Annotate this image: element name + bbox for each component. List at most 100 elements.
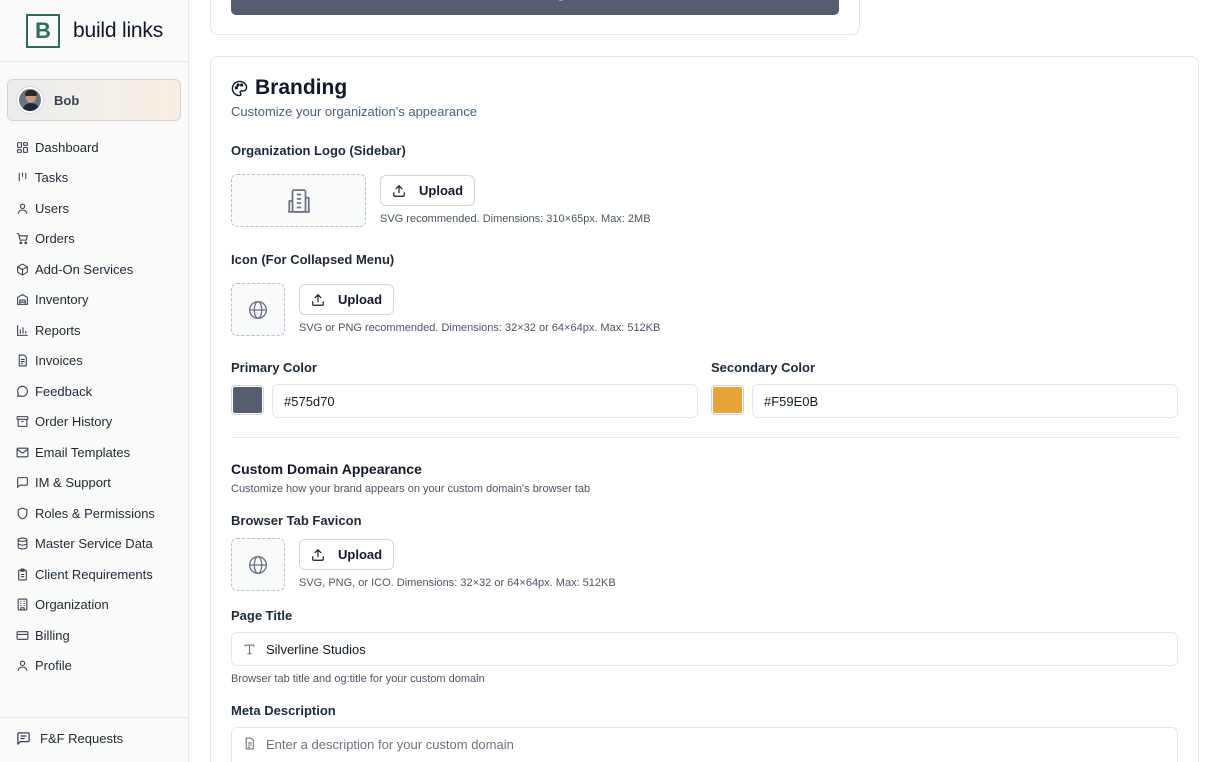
user-icon bbox=[17, 203, 28, 214]
settings-card-previous: Save Changes bbox=[210, 0, 860, 35]
message-lines-icon bbox=[17, 732, 30, 745]
page-title-hint: Browser tab title and og:title for your … bbox=[231, 673, 485, 685]
sidebar-footer-divider bbox=[0, 717, 188, 718]
sidebar-item-label: Client Requirements bbox=[35, 566, 153, 582]
sidebar-item-label: Users bbox=[35, 200, 69, 216]
message-circle-icon bbox=[17, 385, 28, 397]
sidebar-nav: Dashboard Tasks Users Orders Add-On Serv… bbox=[0, 132, 188, 681]
archive-icon bbox=[16, 416, 29, 428]
sidebar-item-label: Profile bbox=[35, 658, 72, 674]
sidebar-item-label: Master Service Data bbox=[35, 536, 153, 552]
sidebar-item-label: Roles & Permissions bbox=[35, 505, 155, 521]
sidebar-item-label: Add-On Services bbox=[35, 261, 134, 277]
branding-title: Branding bbox=[255, 76, 348, 99]
branding-header: Branding bbox=[231, 76, 347, 100]
upload-icon bbox=[393, 184, 405, 197]
globe-icon bbox=[249, 555, 267, 574]
message-square-icon bbox=[17, 477, 28, 489]
icon-upload-button[interactable]: Upload bbox=[299, 284, 395, 315]
brand-divider bbox=[0, 61, 188, 62]
palette-icon bbox=[231, 80, 248, 96]
favicon-hint: SVG, PNG, or ICO. Dimensions: 32×32 or 6… bbox=[299, 577, 616, 589]
secondary-color-input[interactable]: #F59E0B bbox=[752, 384, 1178, 418]
sidebar-item-order-history[interactable]: Order History bbox=[0, 407, 188, 438]
sidebar-item-label: Invoices bbox=[35, 353, 83, 369]
brand-mark: B bbox=[26, 14, 60, 48]
page-title-input[interactable]: Silverline Studios bbox=[231, 632, 1178, 666]
clipboard-icon bbox=[18, 568, 27, 581]
sidebar-item-profile[interactable]: Profile bbox=[0, 651, 188, 682]
save-changes-button[interactable]: Save Changes bbox=[231, 0, 839, 15]
sidebar-item-label: IM & Support bbox=[35, 475, 111, 491]
sidebar-item-label: Reports bbox=[35, 322, 81, 338]
meta-description-input[interactable]: Enter a description for your custom doma… bbox=[231, 727, 1178, 762]
sidebar-item-label: Orders bbox=[35, 231, 75, 247]
avatar bbox=[17, 87, 43, 113]
invoice-icon bbox=[18, 354, 27, 367]
icon-dropzone[interactable] bbox=[231, 283, 285, 336]
globe-icon bbox=[249, 300, 267, 319]
icon-hint: SVG or PNG recommended. Dimensions: 32×3… bbox=[299, 322, 661, 334]
sidebar-item-inventory[interactable]: Inventory bbox=[0, 285, 188, 316]
favicon-dropzone[interactable] bbox=[231, 538, 285, 591]
favicon-label: Browser Tab Favicon bbox=[231, 513, 362, 528]
user-card[interactable]: Bob bbox=[7, 79, 181, 121]
building-icon bbox=[287, 188, 310, 213]
sidebar-item-users[interactable]: Users bbox=[0, 193, 188, 224]
meta-description-placeholder: Enter a description for your custom doma… bbox=[266, 737, 514, 752]
shield-icon bbox=[17, 507, 28, 520]
sidebar-item-label: Tasks bbox=[35, 170, 69, 186]
sidebar-item-label: Feedback bbox=[35, 383, 93, 399]
mail-icon bbox=[16, 447, 29, 458]
credit-card-icon bbox=[16, 630, 29, 640]
sidebar-item-email-templates[interactable]: Email Templates bbox=[0, 437, 188, 468]
upload-icon bbox=[312, 548, 324, 561]
sidebar-item-orders[interactable]: Orders bbox=[0, 224, 188, 255]
secondary-color-swatch[interactable] bbox=[711, 385, 744, 415]
sidebar: B build links Bob Dashboard Tasks Users … bbox=[0, 0, 189, 762]
sidebar-item-dashboard[interactable]: Dashboard bbox=[0, 132, 188, 163]
brand-logo[interactable]: B build links bbox=[26, 14, 163, 48]
upload-label: Upload bbox=[338, 547, 383, 562]
building-icon bbox=[17, 598, 28, 611]
page-title-value: Silverline Studios bbox=[266, 641, 366, 657]
cart-icon bbox=[16, 233, 28, 245]
logo-dropzone[interactable] bbox=[231, 174, 366, 227]
favicon-upload-button[interactable]: Upload bbox=[299, 539, 395, 570]
sidebar-item-label: Inventory bbox=[35, 292, 89, 308]
user-icon bbox=[17, 660, 28, 672]
icon-label: Icon (For Collapsed Menu) bbox=[231, 252, 395, 267]
branding-subtitle: Customize your organization's appearance bbox=[231, 104, 478, 119]
file-text-icon bbox=[245, 737, 254, 750]
sidebar-item-reports[interactable]: Reports bbox=[0, 315, 188, 346]
primary-color-label: Primary Color bbox=[231, 360, 317, 375]
primary-color-swatch[interactable] bbox=[231, 385, 264, 415]
sidebar-item-client-requirements[interactable]: Client Requirements bbox=[0, 559, 188, 590]
type-icon bbox=[244, 644, 255, 654]
tasks-icon bbox=[18, 172, 27, 182]
sidebar-item-tasks[interactable]: Tasks bbox=[0, 163, 188, 194]
custom-domain-subtitle: Customize how your brand appears on your… bbox=[231, 483, 591, 495]
primary-color-input[interactable]: #575d70 bbox=[272, 384, 698, 418]
upload-icon bbox=[312, 293, 324, 306]
sidebar-item-ff-requests[interactable]: F&F Requests bbox=[16, 731, 123, 746]
sidebar-item-im-support[interactable]: IM & Support bbox=[0, 468, 188, 499]
logo-upload-button[interactable]: Upload bbox=[380, 175, 476, 206]
sidebar-item-label: F&F Requests bbox=[40, 731, 124, 746]
sidebar-item-label: Order History bbox=[35, 414, 113, 430]
sidebar-item-add-on-services[interactable]: Add-On Services bbox=[0, 254, 188, 285]
user-name: Bob bbox=[54, 92, 80, 108]
bar-chart-icon bbox=[17, 324, 28, 336]
custom-domain-title: Custom Domain Appearance bbox=[231, 461, 422, 477]
package-icon bbox=[17, 263, 28, 276]
sidebar-item-billing[interactable]: Billing bbox=[0, 620, 188, 651]
sidebar-item-label: Billing bbox=[35, 627, 70, 643]
sidebar-item-master-service-data[interactable]: Master Service Data bbox=[0, 529, 188, 560]
upload-label: Upload bbox=[419, 183, 464, 198]
database-icon bbox=[17, 537, 28, 550]
sidebar-item-roles-permissions[interactable]: Roles & Permissions bbox=[0, 498, 188, 529]
sidebar-item-invoices[interactable]: Invoices bbox=[0, 346, 188, 377]
sidebar-item-feedback[interactable]: Feedback bbox=[0, 376, 188, 407]
sidebar-item-organization[interactable]: Organization bbox=[0, 590, 188, 621]
logo-hint: SVG recommended. Dimensions: 310×65px. M… bbox=[380, 213, 651, 225]
